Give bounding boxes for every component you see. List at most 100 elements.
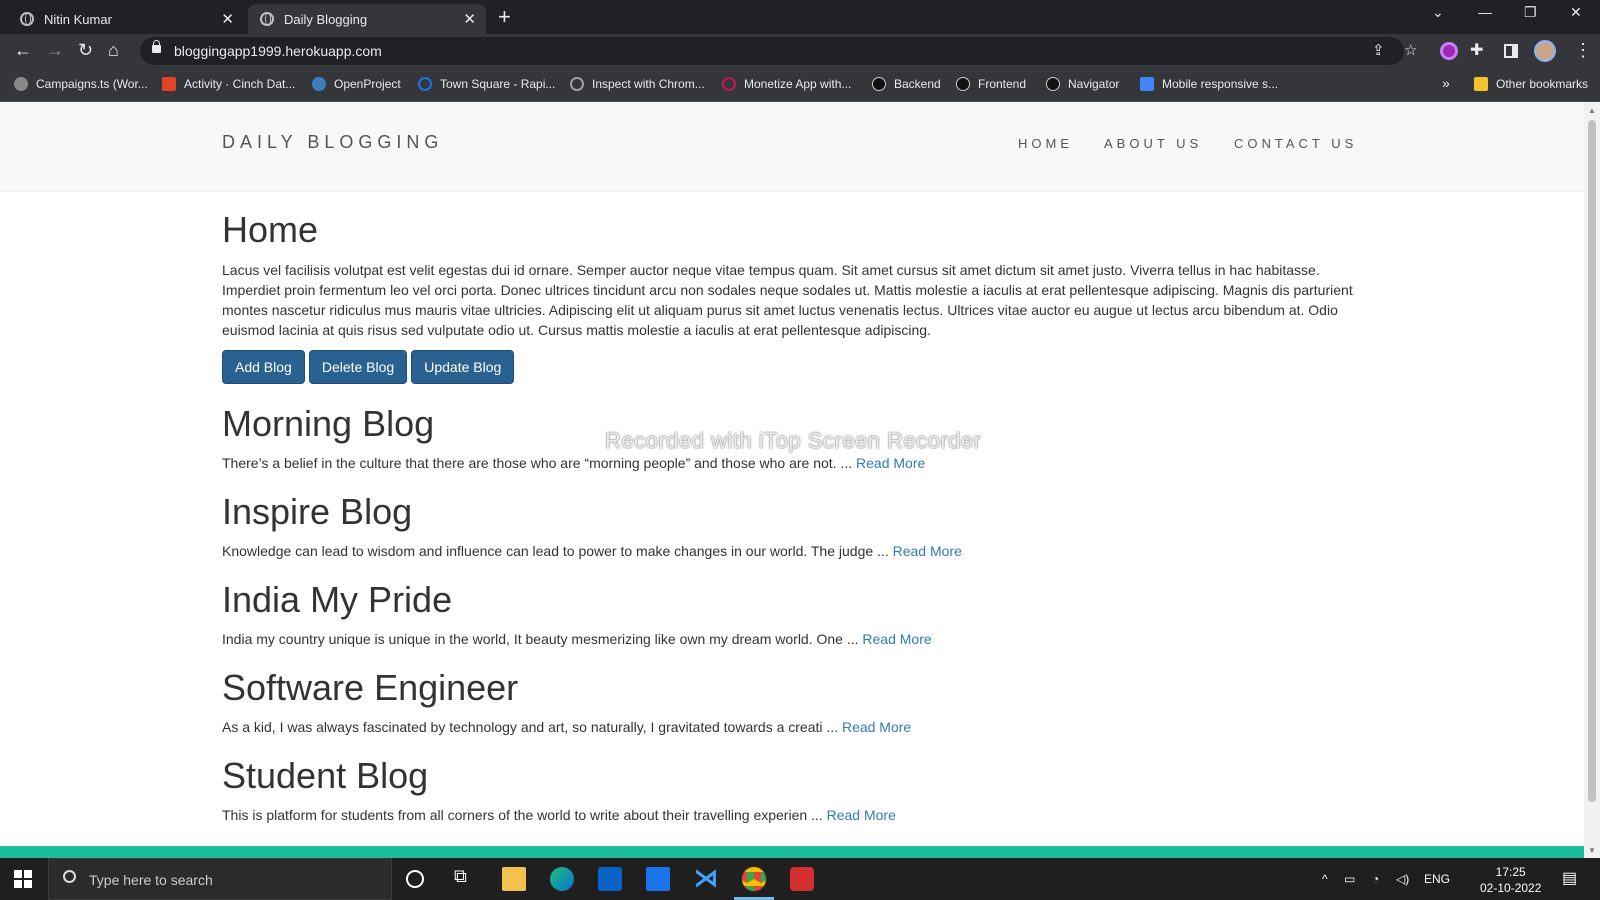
gitlab-icon bbox=[162, 77, 176, 91]
update-blog-button[interactable]: Update Blog bbox=[411, 350, 515, 384]
store-icon[interactable] bbox=[598, 867, 622, 891]
post-excerpt: India my country unique is unique in the… bbox=[222, 631, 932, 647]
back-icon[interactable]: ← bbox=[14, 40, 32, 61]
post-excerpt: This is platform for students from all c… bbox=[222, 807, 896, 823]
scrollbar-thumb[interactable] bbox=[1588, 120, 1596, 802]
tab-title: Daily Blogging bbox=[284, 11, 368, 27]
address-bar[interactable]: bloggingapp1999.herokuapp.com ⇪ ☆ bbox=[140, 37, 1417, 65]
notifications-icon[interactable]: ▤ bbox=[1562, 868, 1577, 888]
extensions-puzzle-icon[interactable]: ✚ bbox=[1470, 40, 1483, 60]
monetize-icon bbox=[722, 77, 736, 91]
bookmark-item[interactable]: Monetize App with... bbox=[722, 77, 851, 91]
restore-icon[interactable]: ❐ bbox=[1524, 4, 1537, 21]
nav-home[interactable]: HOME bbox=[1018, 136, 1073, 151]
wifi-icon[interactable]: ◔ bbox=[1372, 872, 1379, 886]
site-brand[interactable]: DAILY BLOGGING bbox=[222, 132, 443, 153]
language-indicator[interactable]: ENG bbox=[1424, 872, 1450, 886]
more-bookmarks-button[interactable]: » bbox=[1442, 75, 1450, 91]
bookmark-item[interactable]: Activity · Cinch Dat... bbox=[162, 77, 295, 91]
bookmarks-bar: Campaigns.ts (Wor... Activity · Cinch Da… bbox=[0, 68, 1600, 102]
clock-time: 17:25 bbox=[1495, 865, 1526, 879]
globe-icon bbox=[20, 12, 34, 26]
bookmark-item[interactable]: Backend bbox=[872, 77, 941, 91]
intro-paragraph: Lacus vel facilisis volutpat est velit e… bbox=[222, 262, 1353, 338]
scroll-down-icon[interactable]: ▼ bbox=[1588, 846, 1596, 855]
bookmark-item[interactable]: Mobile responsive s... bbox=[1140, 77, 1278, 91]
nav-about-us[interactable]: ABOUT US bbox=[1104, 136, 1202, 151]
search-icon bbox=[63, 870, 76, 883]
extension-icon[interactable] bbox=[1440, 42, 1458, 60]
recorder-watermark: Recorded with iTop Screen Recorder bbox=[605, 428, 982, 453]
lock-icon bbox=[152, 40, 161, 53]
new-tab-icon[interactable]: + bbox=[498, 4, 511, 30]
docs-icon bbox=[1140, 77, 1154, 91]
taskbar-search[interactable]: Type here to search bbox=[48, 858, 392, 900]
home-icon[interactable]: ⌂ bbox=[108, 40, 119, 61]
read-more-link[interactable]: Read More bbox=[893, 543, 962, 559]
tab-nitin-kumar[interactable]: Nitin Kumar ✕ bbox=[8, 4, 244, 34]
battery-icon[interactable]: ▭ bbox=[1344, 872, 1355, 886]
web-page: DAILY BLOGGING HOME ABOUT US CONTACT US … bbox=[0, 102, 1584, 858]
blog-actions: Add Blog Delete Blog Update Blog bbox=[222, 350, 1362, 384]
post-title[interactable]: Software Engineer bbox=[222, 668, 1362, 708]
read-more-link[interactable]: Read More bbox=[827, 807, 896, 823]
delete-blog-button[interactable]: Delete Blog bbox=[308, 350, 408, 384]
footer-accent-bar bbox=[0, 846, 1584, 858]
bookmark-item[interactable]: Navigator bbox=[1046, 77, 1119, 91]
windows-start-icon[interactable] bbox=[14, 870, 32, 888]
read-more-link[interactable]: Read More bbox=[842, 719, 911, 735]
volume-icon[interactable]: ◁) bbox=[1396, 872, 1409, 886]
post-excerpt: As a kid, I was always fascinated by tec… bbox=[222, 719, 912, 735]
close-tab-icon[interactable]: ✕ bbox=[221, 10, 234, 28]
add-blog-button[interactable]: Add Blog bbox=[222, 350, 305, 384]
post-title[interactable]: Student Blog bbox=[222, 756, 1362, 796]
openproject-icon bbox=[312, 77, 326, 91]
side-panel-icon[interactable] bbox=[1504, 44, 1518, 58]
read-more-link[interactable]: Read More bbox=[856, 455, 925, 471]
nav-contact-us[interactable]: CONTACT US bbox=[1234, 136, 1357, 151]
forward-icon[interactable]: → bbox=[46, 40, 64, 61]
browser-toolbar: ← → ↻ ⌂ bloggingapp1999.herokuapp.com ⇪ … bbox=[0, 34, 1600, 68]
scroll-up-icon[interactable]: ▲ bbox=[1588, 106, 1596, 115]
clock-date: 02-10-2022 bbox=[1480, 881, 1542, 895]
edge-icon[interactable] bbox=[550, 867, 574, 891]
minimize-icon[interactable]: — bbox=[1478, 4, 1492, 20]
read-more-link[interactable]: Read More bbox=[862, 631, 931, 647]
close-window-icon[interactable]: ✕ bbox=[1570, 4, 1582, 21]
site-navbar: DAILY BLOGGING HOME ABOUT US CONTACT US bbox=[0, 102, 1584, 192]
bookmark-item[interactable]: OpenProject bbox=[312, 77, 401, 91]
file-explorer-icon[interactable] bbox=[502, 867, 526, 891]
vscode-icon[interactable]: ⋊ bbox=[694, 864, 718, 892]
tray-overflow-icon[interactable]: ^ bbox=[1322, 872, 1328, 886]
screen-recorder-icon[interactable] bbox=[790, 867, 814, 891]
chrome-icon[interactable] bbox=[741, 866, 767, 892]
bookmark-item[interactable]: Frontend bbox=[956, 77, 1026, 91]
globe-icon bbox=[570, 77, 584, 91]
triangle-icon bbox=[956, 77, 970, 91]
tab-strip: Nitin Kumar ✕ Daily Blogging ✕ + ⌄ — ❐ ✕ bbox=[0, 0, 1600, 34]
windows-taskbar: Type here to search ⧉ ⋊ ^ ▭ ◔ ◁) ENG 17:… bbox=[0, 858, 1600, 900]
page-scrollbar[interactable]: ▲ ▼ bbox=[1584, 102, 1600, 858]
bookmark-item[interactable]: Campaigns.ts (Wor... bbox=[14, 77, 148, 91]
bookmark-star-icon[interactable]: ☆ bbox=[1404, 41, 1417, 59]
tab-daily-blogging[interactable]: Daily Blogging ✕ bbox=[248, 4, 486, 34]
bookmark-item[interactable]: Town Square - Rapi... bbox=[418, 77, 555, 91]
system-clock[interactable]: 17:25 02-10-2022 bbox=[1480, 864, 1541, 896]
post-title[interactable]: Inspire Blog bbox=[222, 492, 1362, 532]
close-tab-icon[interactable]: ✕ bbox=[463, 10, 476, 28]
reload-icon[interactable]: ↻ bbox=[78, 40, 93, 61]
url-text[interactable]: bloggingapp1999.herokuapp.com bbox=[174, 43, 382, 59]
menu-kebab-icon[interactable]: ⋮ bbox=[1574, 40, 1592, 61]
blog-post: Software Engineer As a kid, I was always… bbox=[222, 668, 1362, 736]
tab-search-icon[interactable]: ⌄ bbox=[1432, 4, 1444, 21]
bookmark-favicon-icon bbox=[14, 77, 28, 91]
blog-post: Student Blog This is platform for studen… bbox=[222, 756, 1362, 824]
bookmark-item[interactable]: Inspect with Chrom... bbox=[570, 77, 705, 91]
post-title[interactable]: India My Pride bbox=[222, 580, 1362, 620]
task-view-icon[interactable]: ⧉ bbox=[454, 866, 478, 890]
profile-avatar[interactable] bbox=[1534, 40, 1556, 62]
share-icon[interactable]: ⇪ bbox=[1372, 41, 1385, 59]
mail-icon[interactable] bbox=[646, 867, 670, 891]
other-bookmarks-folder[interactable]: Other bookmarks bbox=[1474, 77, 1588, 91]
cortana-icon[interactable] bbox=[406, 870, 424, 888]
